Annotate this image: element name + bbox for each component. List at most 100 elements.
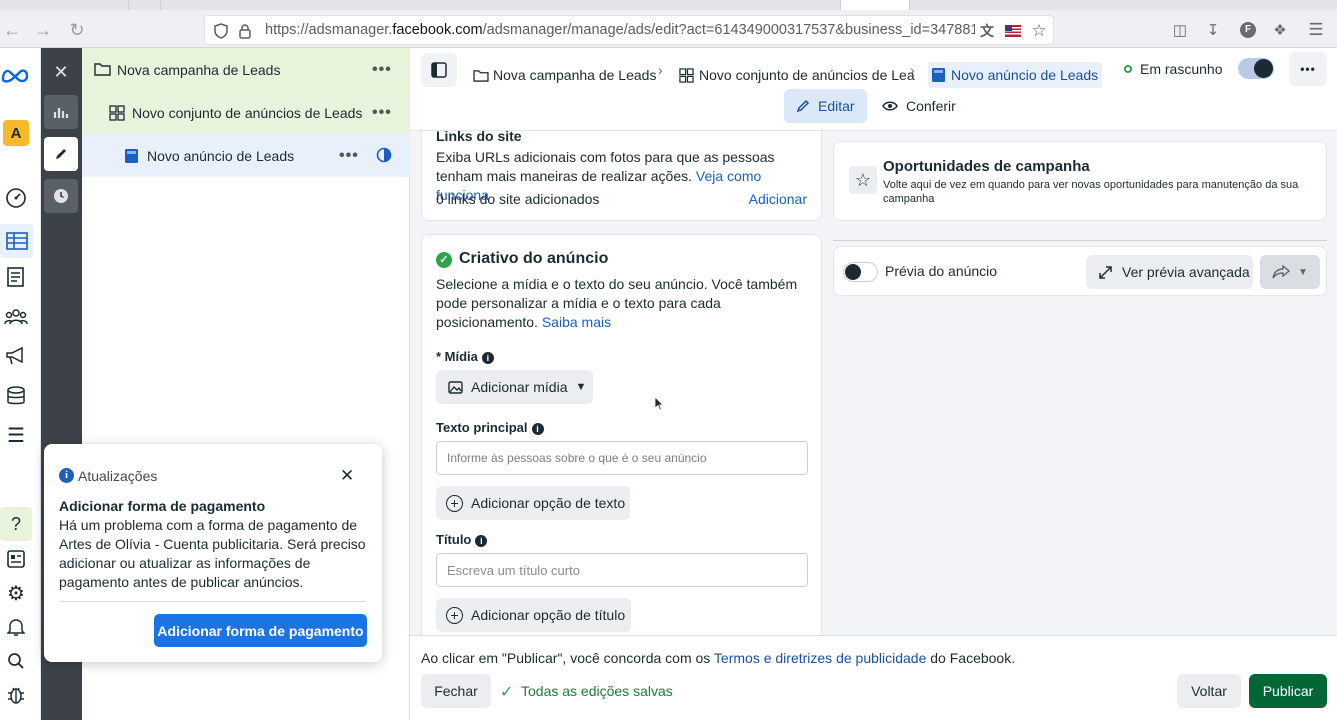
add-text-option-button[interactable]: + Adicionar opção de texto xyxy=(436,486,630,520)
ad-creative-card: ✓ Criativo do anúncio Selecione a mídia … xyxy=(421,234,822,635)
dashboard-icon[interactable] xyxy=(3,185,29,211)
add-media-dropdown[interactable]: Adicionar mídia ▼ xyxy=(436,370,593,404)
address-bar[interactable]: https://adsmanager.facebook.com/adsmanag… xyxy=(204,15,1054,45)
payment-update-popup: i Atualizações ✕ Adicionar forma de paga… xyxy=(44,444,382,662)
history-clock-icon[interactable] xyxy=(44,179,78,213)
billing-icon[interactable] xyxy=(3,383,29,409)
info-icon: i xyxy=(481,351,494,364)
close-editor-icon[interactable]: ✕ xyxy=(44,55,78,89)
tab-strip xyxy=(0,0,1337,10)
terms-link[interactable]: Termos e diretrizes de publicidade xyxy=(714,650,926,666)
info-icon: i xyxy=(531,422,544,435)
headline-input[interactable]: Escreva um título curto xyxy=(436,553,808,587)
back-icon[interactable]: ← xyxy=(0,18,24,42)
breadcrumb-campaign[interactable]: Nova campanha de Leads xyxy=(473,60,656,90)
ad-on-off-toggle[interactable] xyxy=(1238,58,1274,79)
breadcrumb-label: Nova campanha de Leads xyxy=(493,67,657,83)
account-avatar[interactable]: A xyxy=(3,120,29,146)
add-payment-button[interactable]: Adicionar forma de pagamento xyxy=(154,614,367,647)
close-icon[interactable]: ✕ xyxy=(340,466,354,486)
shield-icon[interactable] xyxy=(211,21,231,41)
breadcrumb-ad[interactable]: Novo anúncio de Leads xyxy=(928,62,1103,88)
media-label: * Mídia i xyxy=(436,349,494,364)
url-text[interactable]: https://adsmanager.facebook.com/adsmanag… xyxy=(265,22,975,38)
translate-icon[interactable]: 文 xyxy=(977,21,997,41)
more-options-icon[interactable]: ••• xyxy=(372,104,392,122)
audiences-icon[interactable] xyxy=(3,304,29,330)
ads-manager-icon[interactable] xyxy=(0,224,33,258)
more-options-icon[interactable]: ••• xyxy=(339,147,359,165)
search-icon[interactable] xyxy=(3,648,29,674)
extensions-icon[interactable]: ❖ xyxy=(1268,18,1292,42)
preview-toggle[interactable] xyxy=(843,262,878,282)
creative-title: Criativo do anúncio xyxy=(459,250,609,267)
back-button[interactable]: Voltar xyxy=(1177,674,1241,708)
folder-icon xyxy=(473,69,489,82)
tree-item-campaign[interactable]: Nova campanha de Leads ••• xyxy=(82,48,410,91)
editor-footer: Ao clicar em "Publicar", você concorda c… xyxy=(410,635,1337,720)
pages-icon[interactable] xyxy=(3,264,29,290)
help-icon[interactable]: ? xyxy=(0,507,32,541)
add-media-label: Adicionar mídia xyxy=(471,379,568,395)
star-icon[interactable]: ☆ xyxy=(1029,21,1049,41)
opportunities-description: Volte aqui de vez em quando para ver nov… xyxy=(883,179,1299,205)
campaign-opportunities-card[interactable]: ☆ Oportunidades de campanha Volte aqui d… xyxy=(833,141,1327,221)
report-bug-icon[interactable] xyxy=(3,682,29,708)
menu-icon[interactable]: ☰ xyxy=(1304,18,1328,42)
profile-icon[interactable]: F xyxy=(1236,18,1260,42)
saved-status: Todas as edições salvas xyxy=(521,683,673,699)
site-links-count: 0 links do site adicionados xyxy=(436,191,600,207)
reload-icon[interactable]: ↻ xyxy=(65,18,89,42)
creative-description: Selecione a mídia e o texto do seu anúnc… xyxy=(436,276,798,330)
share-preview-dropdown[interactable]: ▼ xyxy=(1260,255,1320,289)
notifications-bell-icon[interactable] xyxy=(3,614,29,640)
primary-text-label: Texto principal i xyxy=(436,420,544,435)
tree-item-adset[interactable]: Novo conjunto de anúncios de Leads ••• xyxy=(82,91,410,134)
draft-status-label: Em rascunho xyxy=(1140,61,1223,77)
advanced-preview-button[interactable]: Ver prévia avançada xyxy=(1086,255,1253,289)
grid-icon xyxy=(679,67,694,83)
toggle-sidebar-button[interactable] xyxy=(421,53,457,87)
breadcrumb-label: Novo conjunto de anúncios de Lea xyxy=(699,67,915,83)
more-actions-button[interactable]: ••• xyxy=(1289,52,1327,86)
ad-doc-icon xyxy=(125,149,138,166)
meta-logo-icon[interactable] xyxy=(0,62,30,88)
popup-title: Adicionar forma de pagamento xyxy=(59,498,266,514)
opportunities-title: Oportunidades de campanha xyxy=(883,158,1090,175)
pocket-icon[interactable]: ◫ xyxy=(1168,18,1192,42)
add-site-link-button[interactable]: Adicionar xyxy=(749,190,807,209)
chevron-right-icon: › xyxy=(658,62,663,78)
ad-status-half-circle-icon[interactable] xyxy=(376,147,392,166)
overview-chart-icon[interactable] xyxy=(44,95,78,129)
review-mode-tab[interactable]: Conferir xyxy=(870,89,968,123)
forward-icon[interactable]: → xyxy=(31,18,55,42)
breadcrumb-label: Novo anúncio de Leads xyxy=(951,67,1099,83)
lock-icon[interactable] xyxy=(235,21,255,41)
grid-icon xyxy=(109,105,125,124)
flag-icon[interactable] xyxy=(1003,21,1023,41)
news-icon[interactable] xyxy=(3,546,29,572)
tree-item-ad[interactable]: Novo anúncio de Leads ••• xyxy=(82,134,410,177)
all-tools-icon[interactable]: ☰ xyxy=(3,422,29,448)
megaphone-icon[interactable] xyxy=(3,343,29,369)
publish-button[interactable]: Publicar xyxy=(1249,674,1327,708)
add-title-option-button[interactable]: + Adicionar opção de título xyxy=(436,598,631,632)
browser-tab[interactable] xyxy=(840,0,910,10)
tree-item-label: Novo anúncio de Leads xyxy=(147,147,295,164)
eye-icon xyxy=(882,101,898,111)
image-icon xyxy=(448,380,463,394)
pencil-icon xyxy=(796,99,810,113)
settings-gear-icon[interactable]: ⚙ xyxy=(3,580,29,606)
headline-label: Título i xyxy=(436,532,488,547)
close-button[interactable]: Fechar xyxy=(421,674,491,708)
download-icon[interactable]: ↧ xyxy=(1201,18,1225,42)
primary-text-input[interactable]: Informe às pessoas sobre o que é o seu a… xyxy=(436,441,808,475)
learn-more-link[interactable]: Saiba mais xyxy=(542,314,611,330)
tree-item-label: Nova campanha de Leads xyxy=(117,61,281,78)
edit-mode-tab[interactable]: Editar xyxy=(784,89,867,123)
more-options-icon[interactable]: ••• xyxy=(372,61,392,79)
breadcrumb-adset[interactable]: Novo conjunto de anúncios de Lea xyxy=(679,60,915,90)
edit-pencil-icon[interactable] xyxy=(44,137,78,171)
more-options-icon: ••• xyxy=(1300,62,1316,76)
check-icon: ✓ xyxy=(500,684,514,701)
